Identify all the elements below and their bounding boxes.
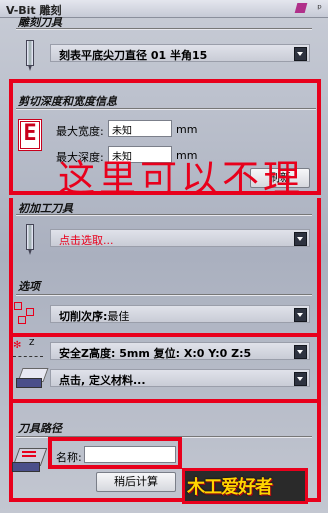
- cut-depth-width-title: 剪切深度和宽度信息: [18, 95, 117, 108]
- roughing-tool-placeholder: 点击选取...: [59, 234, 114, 247]
- safe-z-text: 安全Z高度: 5mm 复位: X:0 Y:0 Z:5: [59, 347, 252, 360]
- v-bit-icon: [26, 40, 34, 71]
- calculate-later-button[interactable]: 稍后计算: [96, 472, 176, 492]
- chevron-down-icon[interactable]: [294, 47, 307, 61]
- watermark-text: 木工爱好者: [187, 477, 273, 498]
- toolpath-name-input[interactable]: [84, 446, 176, 463]
- watermark-logo: 木工爱好者: [182, 468, 308, 504]
- name-label: 名称:: [56, 451, 82, 464]
- chevron-down-icon[interactable]: [294, 372, 307, 386]
- engraving-tool-value: 刻表平底尖刀直径 01 半角15: [59, 49, 208, 62]
- eraser-icon[interactable]: [294, 3, 308, 13]
- engrave-letter-icon: E: [18, 119, 42, 151]
- safe-z-select[interactable]: 安全Z高度: 5mm 复位: X:0 Y:0 Z:5: [50, 342, 310, 360]
- options-title: 选项: [18, 280, 40, 293]
- max-width-label: 最大宽度:: [56, 125, 104, 138]
- max-width-field: 未知: [108, 120, 172, 137]
- cut-order-label: 切削次序:: [59, 310, 108, 323]
- engraving-tool-select[interactable]: 刻表平底尖刀直径 01 半角15: [50, 44, 310, 62]
- roughing-bit-icon: [26, 224, 34, 255]
- material-select[interactable]: 点击, 定义材料...: [50, 369, 310, 387]
- material-block-icon: [16, 364, 49, 390]
- roughing-tool-select[interactable]: 点击选取...: [50, 229, 310, 247]
- divider: [16, 294, 312, 296]
- chevron-down-icon[interactable]: [294, 232, 307, 246]
- annotation-text: 这里可以不理: [58, 157, 304, 200]
- cut-order-value: 最佳: [107, 310, 130, 323]
- chevron-down-icon[interactable]: [294, 345, 307, 359]
- safe-z-icon: ✻ Z: [13, 338, 43, 357]
- max-width-unit: mm: [176, 123, 198, 136]
- toolpath-icon: [10, 442, 48, 472]
- cut-order-select[interactable]: 切削次序:最佳: [50, 305, 310, 323]
- material-text: 点击, 定义材料...: [59, 374, 146, 387]
- pin-icon[interactable]: ᵖ: [317, 2, 322, 15]
- divider: [16, 108, 316, 110]
- divider: [16, 28, 312, 30]
- toolpath-title: 刀具路径: [18, 422, 62, 435]
- chevron-down-icon[interactable]: [294, 308, 307, 322]
- divider: [16, 214, 312, 216]
- cut-order-icon: [14, 302, 44, 326]
